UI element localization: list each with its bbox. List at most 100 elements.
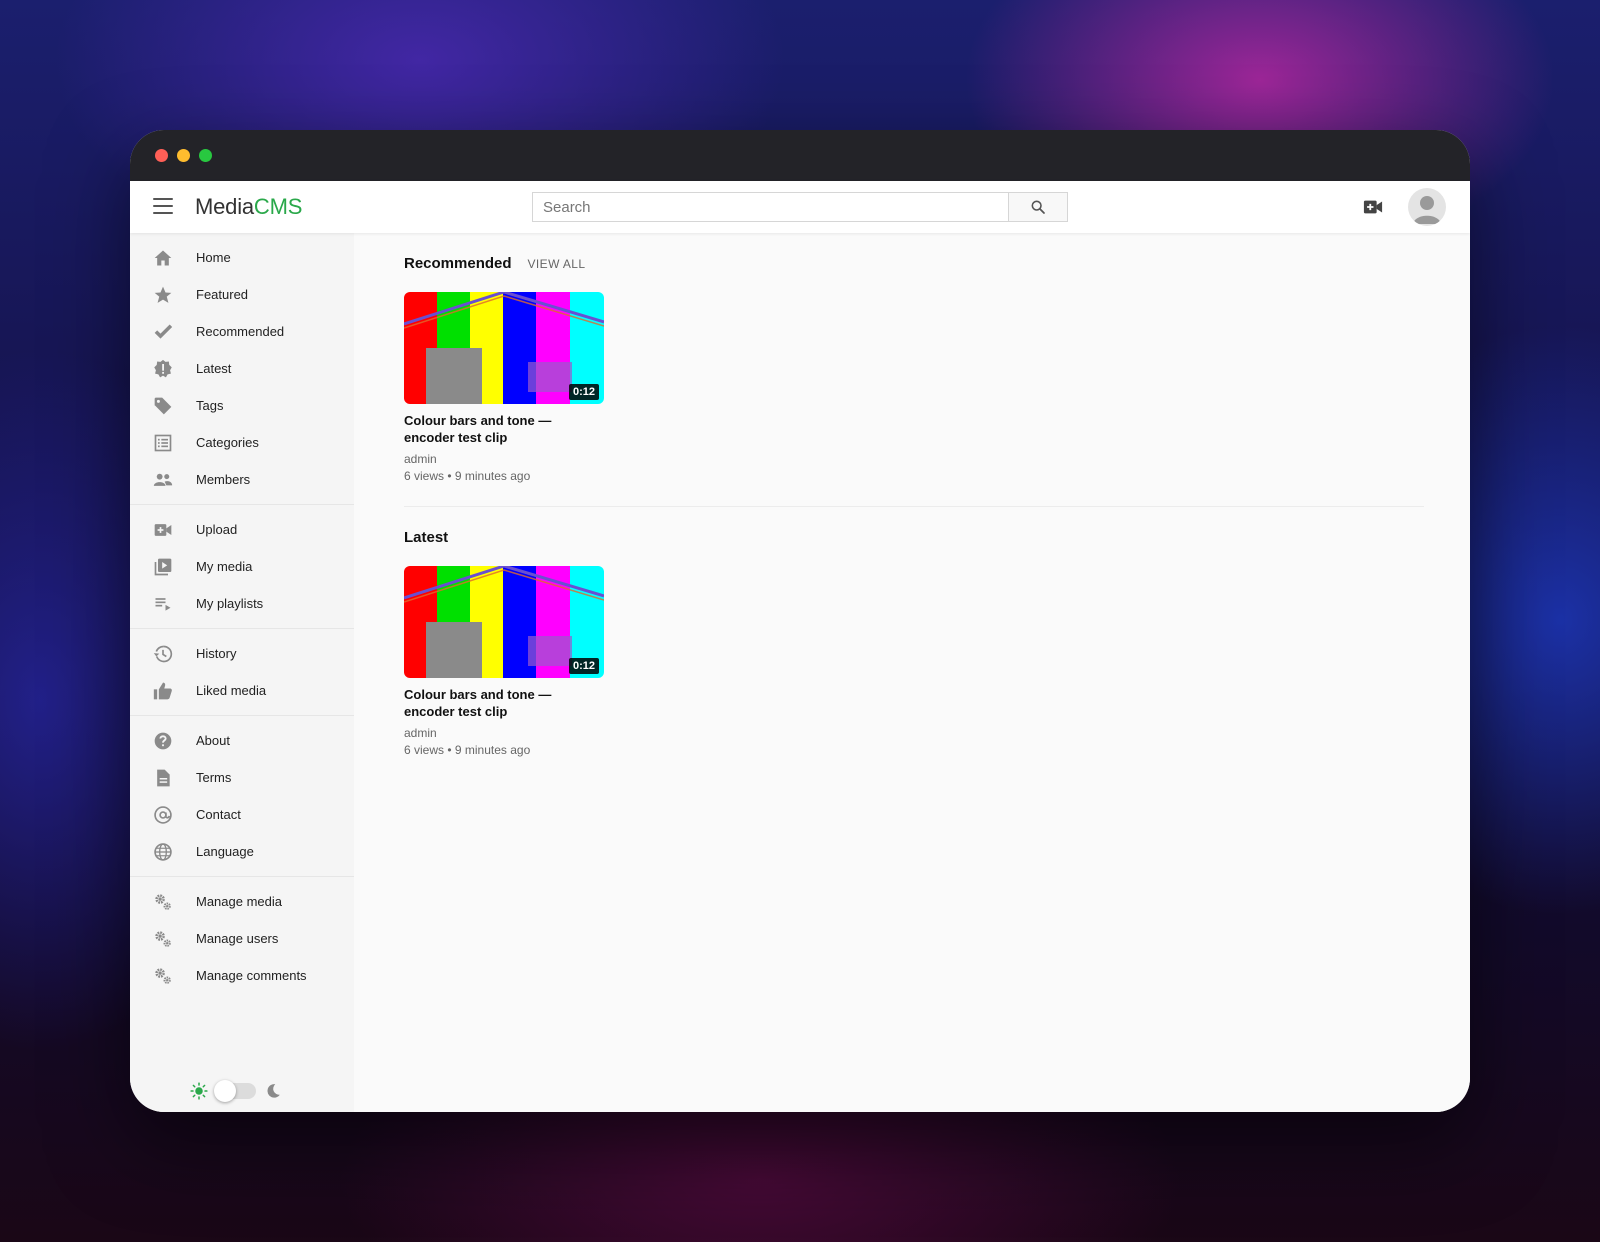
search-bar [532,192,1068,222]
section-divider [404,506,1424,507]
media-author[interactable]: admin [404,726,604,740]
media-card[interactable]: 0:12 Colour bars and tone — encoder test… [404,566,604,757]
sidebar-item-manage-media[interactable]: Manage media [130,883,354,920]
sidebar-item-label: My playlists [196,596,264,611]
sidebar-item-tags[interactable]: Tags [130,387,354,424]
sidebar-item-liked-media[interactable]: Liked media [130,672,354,709]
sidebar-item-label: Members [196,472,251,487]
sidebar-item-contact[interactable]: Contact [130,796,354,833]
sidebar-item-label: Upload [196,522,238,537]
sidebar-item-label: Terms [196,770,232,785]
sidebar-group: Manage media Manage users Manage comments [130,877,354,1000]
sidebar-item-label: Featured [196,287,249,302]
moon-icon[interactable] [264,1082,282,1100]
theme-toggle [190,1080,282,1102]
playlist-icon [152,593,174,615]
globe-icon [152,841,174,863]
close-window-button[interactable] [155,149,168,162]
switch-knob [214,1080,236,1102]
sidebar-group: About Terms Contact Language [130,716,354,877]
history-icon [152,643,174,665]
section-recommended: Recommended VIEW ALL 0:12 Colour bars an… [404,255,1424,483]
media-meta: 6 views • 9 minutes ago [404,469,531,483]
search-button[interactable] [1008,192,1068,222]
home-icon [152,247,174,269]
sun-icon[interactable] [190,1082,208,1100]
sidebar-group: History Liked media [130,629,354,716]
sidebar-item-my-playlists[interactable]: My playlists [130,585,354,622]
section-title: Recommended [404,255,512,272]
media-thumbnail[interactable]: 0:12 [404,292,604,404]
sidebar-nav: Home Featured Recommended Latest Tags Categor… [130,233,354,1000]
sidebar-item-label: Recommended [196,324,285,339]
sidebar-item-upload[interactable]: Upload [130,511,354,548]
search-icon [1031,200,1045,214]
dark-mode-switch[interactable] [214,1080,256,1102]
tag-icon [152,395,174,417]
sidebar-group: Home Featured Recommended Latest Tags Categor… [130,233,354,505]
maximize-window-button[interactable] [199,149,212,162]
logo-media-text: Media [195,194,254,219]
sidebar-item-home[interactable]: Home [130,239,354,276]
sidebar-item-manage-comments[interactable]: Manage comments [130,957,354,994]
sidebar-item-terms[interactable]: Terms [130,759,354,796]
sidebar-item-featured[interactable]: Featured [130,276,354,313]
sidebar-item-label: My media [196,559,253,574]
media-card[interactable]: 0:12 Colour bars and tone — encoder test… [404,292,604,483]
sidebar-item-language[interactable]: Language [130,833,354,870]
media-thumbnail[interactable]: 0:12 [404,566,604,678]
sidebar-item-manage-users[interactable]: Manage users [130,920,354,957]
logo-cms-text: CMS [253,194,303,219]
sidebar-item-my-media[interactable]: My media [130,548,354,585]
gears-icon [152,928,174,950]
checkmark-icon [152,321,174,343]
media-meta: 6 views • 9 minutes ago [404,743,531,757]
media-author[interactable]: admin [404,452,604,466]
sidebar-item-label: Manage media [196,894,282,909]
sidebar-item-recommended[interactable]: Recommended [130,313,354,350]
help-icon [152,730,174,752]
star-icon [152,284,174,306]
sidebar-item-label: Language [196,844,254,859]
section-title: Latest [404,529,449,546]
sidebar-item-label: History [196,646,237,661]
sidebar-item-history[interactable]: History [130,635,354,672]
sidebar-item-about[interactable]: About [130,722,354,759]
people-icon [152,469,174,491]
user-avatar[interactable] [1408,188,1446,226]
sidebar-item-label: Liked media [196,683,267,698]
sidebar: Home Featured Recommended Latest Tags Categor… [130,233,354,1112]
app-logo[interactable]: MediaCMS [195,194,302,220]
media-title[interactable]: Colour bars and tone — encoder test clip [404,412,604,446]
view-all-link[interactable]: VIEW ALL [528,257,586,271]
sidebar-item-label: Latest [196,361,232,376]
sidebar-item-latest[interactable]: Latest [130,350,354,387]
sidebar-item-members[interactable]: Members [130,461,354,498]
video-library-icon [152,556,174,578]
new-releases-icon [152,358,174,380]
sidebar-item-label: About [196,733,230,748]
search-input[interactable] [532,192,1008,222]
window-titlebar [130,130,1470,181]
sidebar-item-label: Categories [196,435,259,450]
app-window: MediaCMS Home Featured Recommended Latest Ta… [130,130,1470,1112]
sidebar-group: Upload My media My playlists [130,505,354,629]
top-header: MediaCMS [130,181,1470,233]
sidebar-item-label: Manage users [196,931,279,946]
sidebar-item-label: Tags [196,398,224,413]
main-content: Recommended VIEW ALL 0:12 Colour bars an… [354,233,1470,1112]
upload-media-icon[interactable] [1362,197,1384,217]
section-latest: Latest 0:12 Colour bars and tone — encod… [404,529,1424,757]
video-add-icon [152,519,174,541]
sidebar-item-label: Manage comments [196,968,307,983]
gears-icon [152,891,174,913]
list-icon [152,432,174,454]
menu-icon[interactable] [153,198,173,214]
sidebar-item-categories[interactable]: Categories [130,424,354,461]
sidebar-item-label: Contact [196,807,241,822]
media-title[interactable]: Colour bars and tone — encoder test clip [404,686,604,720]
gears-icon [152,965,174,987]
sidebar-item-label: Home [196,250,231,265]
minimize-window-button[interactable] [177,149,190,162]
document-icon [152,767,174,789]
